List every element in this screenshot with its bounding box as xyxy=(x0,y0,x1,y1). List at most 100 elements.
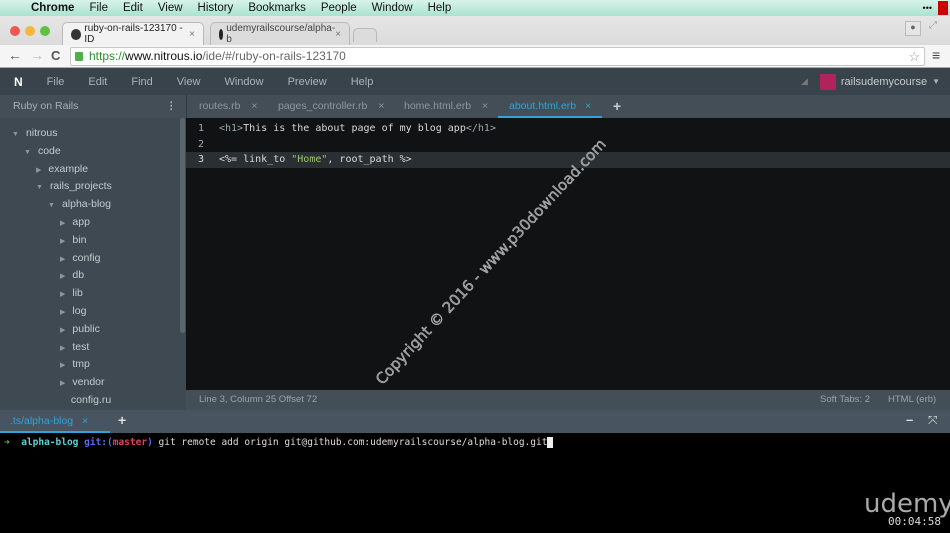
tab-pages-controller[interactable]: pages_controller.rb × xyxy=(278,95,384,118)
tree-item[interactable]: ▶ test xyxy=(60,338,89,356)
close-icon[interactable]: × xyxy=(482,100,488,112)
caret-right-icon[interactable]: ▶ xyxy=(60,238,65,245)
caret-down-icon[interactable]: ▼ xyxy=(48,202,55,209)
maximize-window-button[interactable] xyxy=(40,26,50,36)
terminal-tab[interactable]: .ts/alpha-blog × xyxy=(0,410,110,433)
terminal[interactable]: ➜ alpha-blog git:(master) git remote add… xyxy=(0,433,950,533)
menu-window[interactable]: Window xyxy=(372,2,413,14)
more-icon[interactable]: ••• xyxy=(923,3,932,13)
tree-item[interactable]: ▶ tmp xyxy=(60,355,90,373)
tree-item[interactable]: ▼ rails_projects xyxy=(36,177,112,195)
maximize-icon[interactable]: ⤧ xyxy=(928,413,938,428)
tree-item[interactable]: ▶ app xyxy=(60,213,90,231)
caret-right-icon[interactable]: ▶ xyxy=(60,291,65,298)
back-icon[interactable]: ← xyxy=(8,47,22,63)
ide-menu-file[interactable]: File xyxy=(47,76,65,88)
tree-item[interactable]: ▼ nitrous xyxy=(12,124,57,142)
tree-item-label: code xyxy=(37,144,61,157)
minimize-window-button[interactable] xyxy=(25,26,35,36)
caret-right-icon[interactable]: ▶ xyxy=(60,309,65,316)
chrome-menu-icon[interactable]: ≡ xyxy=(932,47,940,63)
ide-menu-window[interactable]: Window xyxy=(224,76,263,88)
reload-icon[interactable]: C xyxy=(51,48,60,63)
code-line: <h1>This is the about page of my blog ap… xyxy=(219,123,496,134)
tree-item[interactable]: ▶ db xyxy=(60,266,84,284)
browser-tab[interactable]: udemyrailscourse/alpha-b × xyxy=(210,22,350,45)
caret-right-icon[interactable]: ▶ xyxy=(60,327,65,334)
new-tab-plus-icon[interactable]: + xyxy=(613,95,621,118)
forward-icon[interactable]: → xyxy=(30,47,44,63)
menu-history[interactable]: History xyxy=(198,2,234,14)
signal-icon: ◢ xyxy=(800,76,808,86)
ide-menu-edit[interactable]: Edit xyxy=(88,76,107,88)
close-tab-icon[interactable]: × xyxy=(335,29,341,40)
ide-menu-view[interactable]: View xyxy=(177,76,201,88)
caret-down-icon[interactable]: ▼ xyxy=(36,184,43,191)
menu-edit[interactable]: Edit xyxy=(123,2,143,14)
caret-down-icon[interactable]: ▼ xyxy=(12,131,19,138)
tree-item[interactable]: ▶ public xyxy=(60,320,100,338)
avatar[interactable] xyxy=(819,73,836,90)
new-tab-button[interactable] xyxy=(353,28,377,42)
tree-item[interactable]: ▶ example xyxy=(36,160,88,178)
minimize-icon[interactable]: – xyxy=(906,412,913,427)
project-options-icon[interactable]: ⋮ xyxy=(166,95,177,118)
tab-label: routes.rb xyxy=(199,100,241,112)
tree-item[interactable]: ▶ bin xyxy=(60,231,86,249)
soft-tabs-setting[interactable]: Soft Tabs: 2 xyxy=(820,390,870,410)
close-icon[interactable]: × xyxy=(585,100,591,112)
tab-about[interactable]: about.html.erb × xyxy=(498,95,602,118)
tab-home[interactable]: home.html.erb × xyxy=(404,95,488,118)
close-icon[interactable]: × xyxy=(251,100,257,112)
tree-item[interactable]: ▶ vendor xyxy=(60,373,105,391)
caret-right-icon[interactable]: ▶ xyxy=(60,273,65,280)
tree-item[interactable]: ▶ lib xyxy=(60,284,83,302)
tab-routes[interactable]: routes.rb × xyxy=(199,95,258,118)
close-window-button[interactable] xyxy=(10,26,20,36)
tree-item-label: lib xyxy=(72,287,83,300)
menu-chrome[interactable]: Chrome xyxy=(31,2,74,14)
nitrous-logo: N xyxy=(14,74,23,89)
caret-right-icon[interactable]: ▶ xyxy=(60,362,65,369)
profile-icon[interactable]: ● xyxy=(905,21,921,36)
close-icon[interactable]: × xyxy=(82,415,88,427)
tree-item-label: nitrous xyxy=(25,127,58,139)
menu-bookmarks[interactable]: Bookmarks xyxy=(248,2,306,14)
close-tab-icon[interactable]: × xyxy=(189,29,195,40)
user-name[interactable]: railsudemycourse xyxy=(841,76,927,88)
browser-tab-active[interactable]: ruby-on-rails-123170 - ID × xyxy=(62,22,204,45)
fullscreen-icon[interactable]: ⤢ xyxy=(929,20,937,31)
url-scheme: https:// xyxy=(89,49,126,63)
caret-right-icon[interactable]: ▶ xyxy=(60,256,65,263)
divider xyxy=(186,95,187,118)
caret-right-icon[interactable]: ▶ xyxy=(60,220,65,227)
file-spacer[interactable] xyxy=(60,398,64,405)
menu-people[interactable]: People xyxy=(321,2,357,14)
new-terminal-plus-icon[interactable]: + xyxy=(118,412,126,428)
ide-menu-find[interactable]: Find xyxy=(131,76,152,88)
menu-help[interactable]: Help xyxy=(428,2,452,14)
code-editor[interactable]: 1 <h1>This is the about page of my blog … xyxy=(186,118,950,390)
tree-item[interactable]: config.ru xyxy=(60,391,111,409)
ide-menu-preview[interactable]: Preview xyxy=(288,76,327,88)
menu-file[interactable]: File xyxy=(89,2,108,14)
tab-label: .ts/alpha-blog xyxy=(10,415,74,427)
bookmark-star-icon[interactable]: ☆ xyxy=(908,48,920,65)
caret-right-icon[interactable]: ▶ xyxy=(36,167,41,174)
caret-right-icon[interactable]: ▶ xyxy=(60,345,65,352)
tree-item[interactable]: ▼ alpha-blog xyxy=(48,195,111,213)
tree-item[interactable]: ▶ log xyxy=(60,302,86,320)
close-icon[interactable]: × xyxy=(378,100,384,112)
chevron-down-icon[interactable]: ▼ xyxy=(932,77,940,86)
line-number: 1 xyxy=(197,123,205,134)
tree-item-label: tmp xyxy=(72,358,90,371)
sidebar-scrollbar[interactable] xyxy=(180,118,185,333)
syntax-mode[interactable]: HTML (erb) xyxy=(888,390,936,410)
caret-down-icon[interactable]: ▼ xyxy=(24,149,31,156)
menu-view[interactable]: View xyxy=(158,2,183,14)
tree-item[interactable]: ▶ config xyxy=(60,249,100,267)
tree-item[interactable]: ▼ code xyxy=(24,142,61,160)
caret-right-icon[interactable]: ▶ xyxy=(60,380,65,387)
url-input[interactable]: https://www.nitrous.io/ide/#/ruby-on-rai… xyxy=(70,47,925,66)
ide-menu-help[interactable]: Help xyxy=(351,76,374,88)
